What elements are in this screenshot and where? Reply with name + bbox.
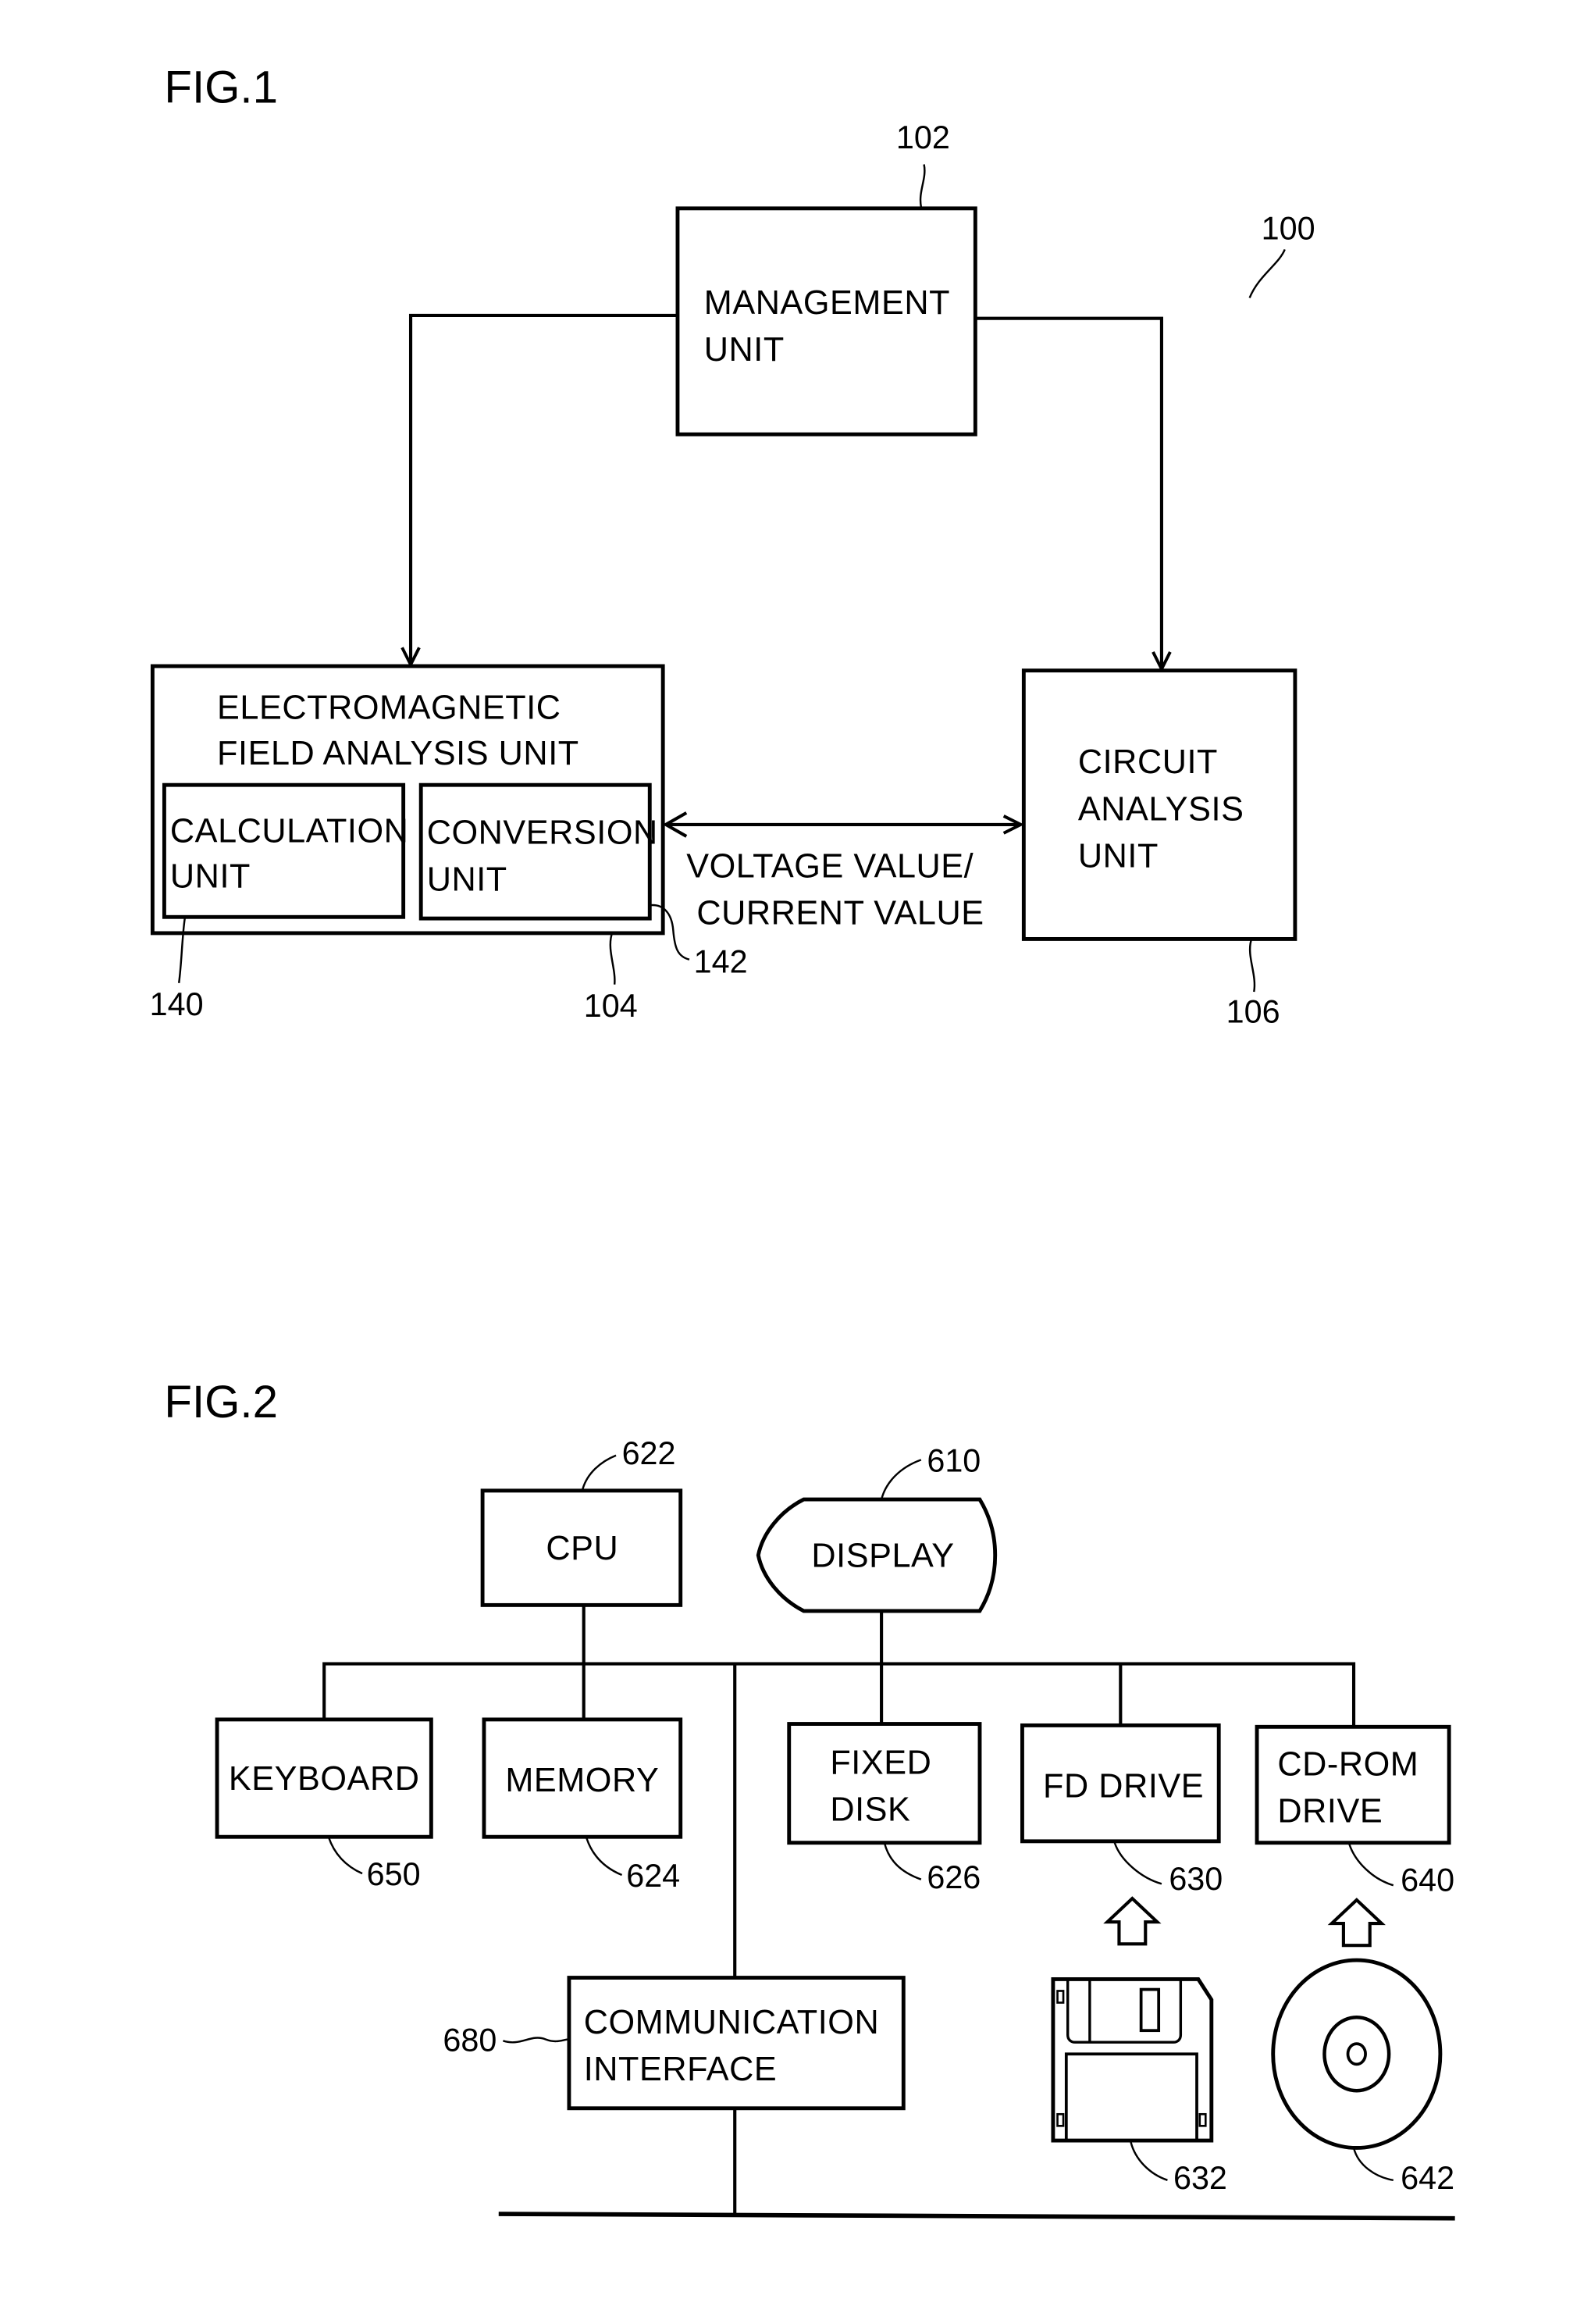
cd-disc-ref: 642 xyxy=(1401,2160,1454,2196)
fd-drive-leader xyxy=(1113,1842,1162,1885)
display-leader xyxy=(880,1459,922,1500)
network-line xyxy=(498,2212,1455,2221)
fixed-disk-label-line1: FIXED xyxy=(830,1744,931,1781)
fd-drive-ref: 630 xyxy=(1169,1861,1223,1897)
cdrom-drive-label-line1: CD-ROM xyxy=(1277,1745,1418,1783)
calculation-unit-label-line2: UNIT xyxy=(170,858,251,896)
keyboard-ref: 650 xyxy=(367,1856,421,1892)
cpu-ref: 622 xyxy=(622,1435,676,1471)
floppy-disk-ref: 632 xyxy=(1173,2160,1227,2196)
management-to-em-arrow xyxy=(411,313,678,665)
cdrom-drive-label-line2: DRIVE xyxy=(1277,1792,1383,1830)
em-unit-leader xyxy=(609,934,616,985)
circuit-unit-leader xyxy=(1248,939,1256,993)
cpu-label: CPU xyxy=(546,1530,618,1567)
floppy-disk-leader xyxy=(1130,2141,1168,2181)
comm-interface-ref: 680 xyxy=(443,2022,497,2058)
display-ref: 610 xyxy=(927,1442,981,1478)
calculation-unit-label-line1: CALCULATION xyxy=(170,812,408,850)
figure-1-title: FIG.1 xyxy=(164,62,278,113)
calculation-unit-box xyxy=(162,782,406,919)
memory-ref: 624 xyxy=(626,1858,680,1894)
circuit-unit-label-line2: ANALYSIS xyxy=(1078,790,1244,828)
communication-interface-block: COMMUNICATION INTERFACE 680 xyxy=(443,1976,906,2111)
cpu-block: CPU 622 xyxy=(480,1435,683,1607)
system-bus-line xyxy=(322,1662,1356,1727)
figure-2-title: FIG.2 xyxy=(164,1377,278,1428)
figure-2: FIG.2 CPU 622 DISPLAY 610 KEYBOARD 650 M… xyxy=(164,1377,1455,2221)
fd-drive-label: FD DRIVE xyxy=(1043,1767,1204,1805)
management-unit-block: MANAGEMENT UNIT 102 xyxy=(675,119,977,437)
figure-1: FIG.1 100 MANAGEMENT UNIT 102 ELECTROMAG… xyxy=(150,62,1315,1030)
system-ref-label: 100 xyxy=(1262,210,1315,246)
conversion-unit-box xyxy=(418,782,652,921)
management-unit-ref: 102 xyxy=(896,119,950,155)
cd-disc-icon: 642 xyxy=(1271,1958,1454,2196)
system-ref-leader xyxy=(1248,248,1286,298)
communication-interface-box xyxy=(567,1976,906,2111)
cdrom-drive-ref: 640 xyxy=(1401,1862,1454,1898)
management-unit-label-line1: MANAGEMENT xyxy=(704,284,950,322)
memory-block: MEMORY 624 xyxy=(482,1717,683,1894)
exchange-label-line2: CURRENT VALUE xyxy=(696,895,984,932)
conversion-unit-label-line2: UNIT xyxy=(427,861,507,898)
display-label: DISPLAY xyxy=(811,1538,954,1575)
cdrom-drive-block: CD-ROM DRIVE 640 xyxy=(1255,1724,1454,1948)
conversion-unit-label-line1: CONVERSION xyxy=(427,814,658,851)
floppy-body xyxy=(1051,1976,1214,2143)
fd-insert-arrow-icon xyxy=(1103,1896,1162,1946)
em-unit-label-line2: FIELD ANALYSIS UNIT xyxy=(217,735,579,772)
cd-disc-outer xyxy=(1271,1958,1443,2150)
comm-interface-leader xyxy=(503,2037,570,2044)
fixed-disk-label-line2: DISK xyxy=(830,1791,910,1829)
comm-interface-label-line1: COMMUNICATION xyxy=(584,2004,880,2041)
cd-insert-arrow-icon xyxy=(1327,1898,1386,1948)
circuit-unit-ref: 106 xyxy=(1226,994,1280,1030)
calculation-unit-ref: 140 xyxy=(150,986,204,1022)
cd-disc-leader xyxy=(1352,2148,1394,2182)
em-unit-label-line1: ELECTROMAGNETIC xyxy=(217,690,561,727)
comm-interface-label-line2: INTERFACE xyxy=(584,2051,778,2088)
keyboard-label: KEYBOARD xyxy=(229,1760,420,1798)
floppy-disk-icon: 632 xyxy=(1051,1976,1227,2196)
circuit-unit-label-line1: CIRCUIT xyxy=(1078,743,1218,781)
keyboard-leader xyxy=(327,1836,363,1875)
cpu-leader xyxy=(581,1454,617,1492)
fixed-disk-leader xyxy=(883,1842,922,1880)
management-unit-leader xyxy=(919,164,926,208)
fixed-disk-block: FIXED DISK 626 xyxy=(787,1722,982,1895)
memory-label: MEMORY xyxy=(505,1762,659,1799)
keyboard-block: KEYBOARD 650 xyxy=(215,1717,433,1892)
exchange-label-line1: VOLTAGE VALUE/ xyxy=(686,848,974,886)
fixed-disk-ref: 626 xyxy=(927,1859,981,1895)
em-unit-ref: 104 xyxy=(584,988,638,1024)
conversion-unit-ref: 142 xyxy=(694,944,748,980)
circuit-analysis-unit-block: CIRCUIT ANALYSIS UNIT 106 xyxy=(1021,668,1297,1030)
display-block: DISPLAY 610 xyxy=(756,1442,998,1613)
patent-drawing-sheet: FIG.1 100 MANAGEMENT UNIT 102 ELECTROMAG… xyxy=(150,62,1455,2221)
cdrom-drive-leader xyxy=(1348,1844,1394,1887)
memory-leader xyxy=(586,1837,623,1877)
fd-drive-block: FD DRIVE 630 xyxy=(1020,1723,1223,1946)
em-field-analysis-unit-block: ELECTROMAGNETIC FIELD ANALYSIS UNIT CALC… xyxy=(150,664,748,1024)
management-to-circuit-arrow xyxy=(975,316,1162,669)
circuit-unit-label-line3: UNIT xyxy=(1078,837,1159,875)
management-unit-label-line2: UNIT xyxy=(704,331,785,369)
